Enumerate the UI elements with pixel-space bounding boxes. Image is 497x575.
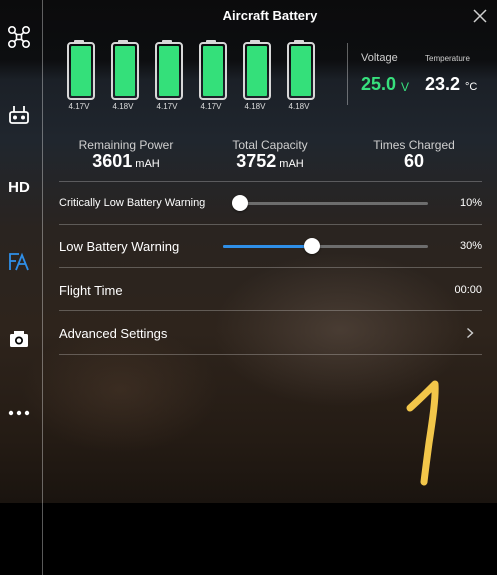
low-warning-value: 30% <box>459 240 482 252</box>
temperature-unit: °C <box>465 81 478 93</box>
voltage-label: Voltage <box>361 52 398 64</box>
critical-battery-warning-row: Critically Low Battery Warning 10% <box>59 195 482 212</box>
remaining-power-unit: mAH <box>135 158 160 170</box>
row-divider <box>59 267 482 268</box>
aircraft-icon[interactable] <box>4 22 34 52</box>
battery-cell-voltage: 4.17V <box>68 102 90 111</box>
temperature-label: Temperature <box>425 54 470 63</box>
battery-cell-outline <box>243 42 271 100</box>
total-capacity-unit: mAH <box>279 158 304 170</box>
low-warning-slider-handle[interactable] <box>304 238 321 254</box>
times-charged-label: Times Charged <box>373 138 455 152</box>
battery-cell-outline <box>111 42 139 100</box>
battery-cell-outline <box>199 42 227 100</box>
battery-cell-voltage: 4.17V <box>200 102 222 111</box>
flight-time-value: 00:00 <box>454 284 482 296</box>
times-charged-number: 60 <box>403 151 425 171</box>
remaining-power-label: Remaining Power <box>78 138 174 152</box>
flight-time-row: Flight Time 00:00 <box>59 283 482 299</box>
battery-cell-level <box>71 46 91 96</box>
total-capacity-label: Total Capacity <box>232 138 308 152</box>
row-divider <box>59 181 482 182</box>
low-battery-warning-row: Low Battery Warning 30% <box>59 238 482 255</box>
battery-cell-outline <box>287 42 315 100</box>
battery-cell-voltage: 4.18V <box>288 102 310 111</box>
battery-cell-level <box>291 46 311 96</box>
battery-cell-outline <box>155 42 183 100</box>
row-divider <box>59 224 482 225</box>
critical-warning-slider[interactable] <box>232 195 428 211</box>
hd-video-button[interactable]: HD <box>4 172 34 202</box>
remote-controller-icon[interactable] <box>4 100 34 130</box>
critical-warning-slider-handle[interactable] <box>232 195 249 211</box>
critical-warning-value: 10% <box>459 197 482 209</box>
low-warning-slider[interactable] <box>223 238 428 254</box>
total-capacity-number: 3752 <box>236 151 277 171</box>
low-warning-label: Low Battery Warning <box>59 239 180 254</box>
battery-cell-voltage: 4.18V <box>112 102 134 111</box>
chevron-right-icon <box>467 327 474 339</box>
close-button[interactable] <box>470 6 490 26</box>
close-icon <box>473 9 487 23</box>
camera-icon[interactable] <box>4 324 34 354</box>
voltage-unit: V <box>401 80 410 94</box>
row-divider <box>59 310 482 311</box>
page-title: Aircraft Battery <box>222 8 318 23</box>
critical-warning-label: Critically Low Battery Warning <box>59 197 206 209</box>
handwritten-annotation <box>406 380 439 486</box>
battery-cell-outline <box>67 42 95 100</box>
battery-cell-level <box>159 46 179 96</box>
times-charged-value: 60 <box>354 151 474 172</box>
remaining-power-number: 3601 <box>92 151 133 171</box>
battery-cell-level <box>203 46 223 96</box>
temperature-value: 23.2 <box>425 74 461 94</box>
battery-settings-icon[interactable] <box>4 246 34 276</box>
bottom-bar <box>0 503 497 575</box>
row-divider <box>59 354 482 355</box>
advanced-settings-label: Advanced Settings <box>59 326 168 341</box>
sidebar: HD <box>0 0 43 575</box>
flight-time-label: Flight Time <box>59 283 123 298</box>
battery-cell-level <box>247 46 267 96</box>
battery-cell-level <box>115 46 135 96</box>
remaining-power-value: 3601 mAH <box>66 151 186 172</box>
more-icon[interactable] <box>4 398 34 428</box>
voltage-value: 25.0 <box>361 74 397 94</box>
battery-cell-voltage: 4.17V <box>156 102 178 111</box>
hd-label: HD <box>8 178 30 196</box>
low-warning-slider-fill <box>223 245 313 248</box>
divider <box>347 43 348 105</box>
total-capacity-value: 3752 mAH <box>210 151 330 172</box>
advanced-settings-row[interactable]: Advanced Settings <box>59 312 482 354</box>
battery-cell-voltage: 4.18V <box>244 102 266 111</box>
